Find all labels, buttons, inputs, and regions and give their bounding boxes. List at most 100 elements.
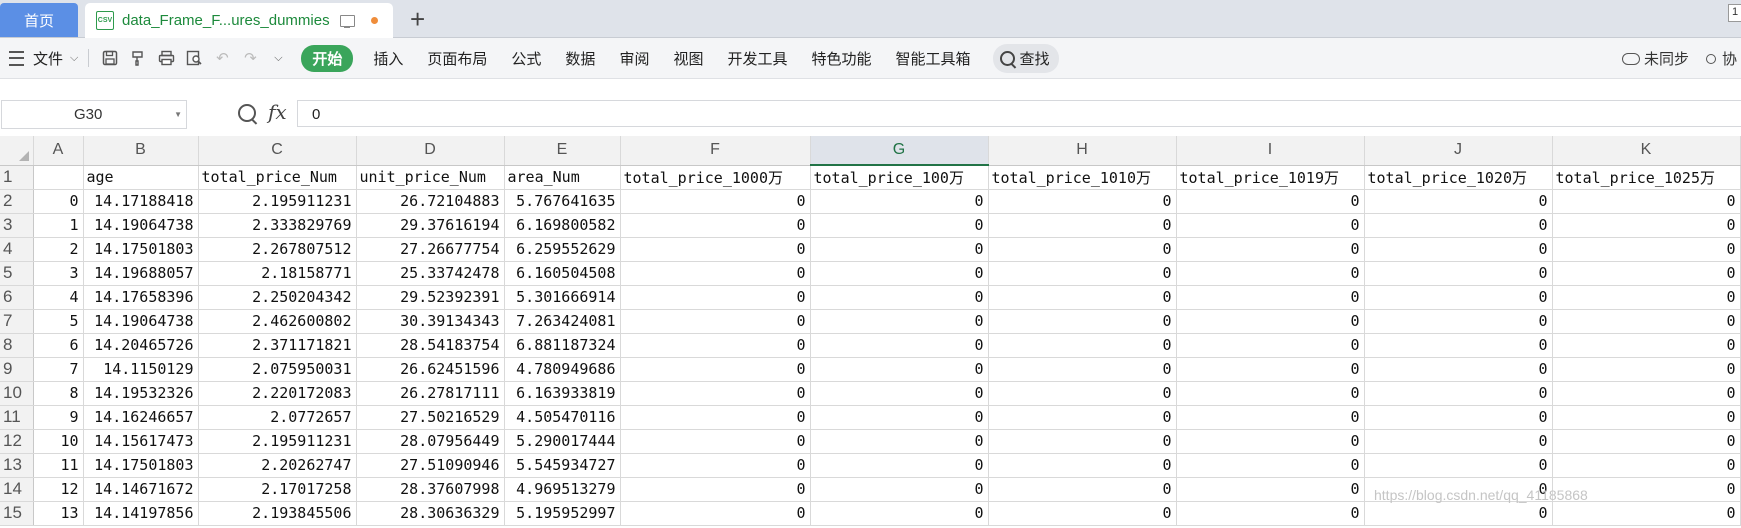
table-cell[interactable]: 0 bbox=[810, 429, 989, 454]
table-cell[interactable]: 0 bbox=[988, 405, 1177, 430]
table-cell[interactable]: 9 bbox=[33, 405, 84, 430]
table-cell[interactable]: 0 bbox=[1364, 333, 1553, 358]
table-cell[interactable]: 0 bbox=[988, 477, 1177, 502]
table-cell[interactable]: 0 bbox=[810, 477, 989, 502]
table-cell[interactable]: 0 bbox=[810, 453, 989, 478]
column-header-a[interactable]: A bbox=[33, 136, 84, 166]
table-cell[interactable]: 2.20262747 bbox=[198, 453, 357, 478]
table-cell[interactable]: 7 bbox=[33, 357, 84, 382]
table-cell[interactable]: 0 bbox=[810, 285, 989, 310]
table-cell[interactable]: 1 bbox=[33, 213, 84, 238]
table-cell[interactable]: 29.37616194 bbox=[356, 213, 505, 238]
table-cell[interactable]: 14.15617473 bbox=[83, 429, 199, 454]
table-cell[interactable]: 0 bbox=[1552, 429, 1741, 454]
table-cell[interactable]: 6.160504508 bbox=[504, 261, 621, 286]
table-cell[interactable]: 0 bbox=[1364, 405, 1553, 430]
print-preview-icon[interactable] bbox=[183, 47, 205, 69]
table-cell[interactable]: 0 bbox=[620, 189, 811, 214]
format-painter-icon[interactable] bbox=[127, 47, 149, 69]
table-cell[interactable]: 6.881187324 bbox=[504, 333, 621, 358]
tab-view[interactable]: 视图 bbox=[673, 48, 703, 69]
table-cell[interactable]: 0 bbox=[810, 405, 989, 430]
name-box[interactable]: G30 ▼ bbox=[1, 100, 187, 129]
row-header[interactable]: 15 bbox=[0, 501, 34, 526]
table-cell[interactable]: 0 bbox=[1176, 501, 1365, 526]
table-cell[interactable]: 14.19064738 bbox=[83, 309, 199, 334]
column-name-cell[interactable]: total_price_1000万 bbox=[620, 165, 811, 190]
table-cell[interactable]: 26.62451596 bbox=[356, 357, 505, 382]
row-header[interactable]: 10 bbox=[0, 381, 34, 406]
table-cell[interactable]: 6.169800582 bbox=[504, 213, 621, 238]
table-cell[interactable]: 10 bbox=[33, 429, 84, 454]
monitor-icon[interactable] bbox=[340, 14, 355, 28]
table-cell[interactable]: 0 bbox=[810, 309, 989, 334]
find-button[interactable]: 查找 bbox=[992, 43, 1059, 73]
table-cell[interactable]: 0 bbox=[620, 405, 811, 430]
table-cell[interactable]: 0 bbox=[620, 333, 811, 358]
table-cell[interactable]: 0 bbox=[1176, 333, 1365, 358]
column-name-cell[interactable]: unit_price_Num bbox=[356, 165, 505, 190]
tab-start[interactable]: 开始 bbox=[301, 44, 354, 72]
row-header[interactable]: 14 bbox=[0, 477, 34, 502]
table-cell[interactable]: 0 bbox=[1364, 501, 1553, 526]
save-icon[interactable] bbox=[99, 47, 121, 69]
table-cell[interactable]: 29.52392391 bbox=[356, 285, 505, 310]
select-all-corner[interactable] bbox=[0, 136, 34, 166]
table-cell[interactable]: 11 bbox=[33, 453, 84, 478]
table-cell[interactable]: 26.27817111 bbox=[356, 381, 505, 406]
table-cell[interactable]: 0 bbox=[810, 213, 989, 238]
table-cell[interactable]: 0 bbox=[988, 285, 1177, 310]
table-cell[interactable]: 0 bbox=[988, 357, 1177, 382]
table-cell[interactable]: 0 bbox=[1364, 285, 1553, 310]
column-name-cell[interactable]: age bbox=[83, 165, 199, 190]
table-cell[interactable]: 0 bbox=[620, 285, 811, 310]
column-header-k[interactable]: K bbox=[1552, 136, 1741, 166]
chevron-down-icon[interactable]: ⌵ bbox=[70, 52, 78, 65]
table-cell[interactable]: 2.267807512 bbox=[198, 237, 357, 262]
table-cell[interactable]: 0 bbox=[620, 381, 811, 406]
table-cell[interactable]: 2.0772657 bbox=[198, 405, 357, 430]
table-cell[interactable]: 0 bbox=[988, 453, 1177, 478]
tab-special-features[interactable]: 特色功能 bbox=[811, 48, 871, 69]
row-header[interactable]: 12 bbox=[0, 429, 34, 454]
table-cell[interactable]: 0 bbox=[1364, 213, 1553, 238]
row-header[interactable]: 2 bbox=[0, 189, 34, 214]
table-cell[interactable]: 0 bbox=[620, 309, 811, 334]
table-cell[interactable]: 14.14671672 bbox=[83, 477, 199, 502]
column-header-d[interactable]: D bbox=[356, 136, 505, 166]
table-cell[interactable]: 2.195911231 bbox=[198, 189, 357, 214]
table-cell[interactable]: 0 bbox=[1176, 189, 1365, 214]
quick-access-dropdown-icon[interactable]: ⌵ bbox=[267, 47, 289, 69]
table-cell[interactable]: 30.39134343 bbox=[356, 309, 505, 334]
column-header-g[interactable]: G bbox=[810, 136, 989, 166]
table-cell[interactable]: 27.51090946 bbox=[356, 453, 505, 478]
table-cell[interactable]: 0 bbox=[1364, 261, 1553, 286]
row-header[interactable]: 1 bbox=[0, 165, 34, 190]
row-header[interactable]: 13 bbox=[0, 453, 34, 478]
table-cell[interactable]: 14.17501803 bbox=[83, 453, 199, 478]
table-cell[interactable]: 0 bbox=[1552, 213, 1741, 238]
table-cell[interactable]: 0 bbox=[1364, 357, 1553, 382]
column-name-cell[interactable]: total_price_1019万 bbox=[1176, 165, 1365, 190]
tab-formulas[interactable]: 公式 bbox=[511, 48, 541, 69]
table-cell[interactable]: 2.371171821 bbox=[198, 333, 357, 358]
table-cell[interactable]: 0 bbox=[33, 189, 84, 214]
table-cell[interactable]: 2.193845506 bbox=[198, 501, 357, 526]
row-header[interactable]: 11 bbox=[0, 405, 34, 430]
table-cell[interactable]: 0 bbox=[810, 237, 989, 262]
table-cell[interactable]: 0 bbox=[988, 429, 1177, 454]
table-cell[interactable]: 14.19064738 bbox=[83, 213, 199, 238]
table-cell[interactable]: 2.17017258 bbox=[198, 477, 357, 502]
column-header-f[interactable]: F bbox=[620, 136, 811, 166]
table-cell[interactable]: 0 bbox=[1552, 501, 1741, 526]
table-cell[interactable]: 14.17658396 bbox=[83, 285, 199, 310]
column-header-e[interactable]: E bbox=[504, 136, 621, 166]
insert-function-icon[interactable]: fx bbox=[268, 100, 287, 124]
spreadsheet-grid[interactable]: ABCDEFGHIJK 1 age total_price_Num unit_pric… bbox=[0, 136, 1741, 528]
table-cell[interactable]: 14.17501803 bbox=[83, 237, 199, 262]
column-header-b[interactable]: B bbox=[83, 136, 199, 166]
table-cell[interactable]: 0 bbox=[620, 477, 811, 502]
table-cell[interactable]: 27.26677754 bbox=[356, 237, 505, 262]
table-cell[interactable]: 0 bbox=[1176, 213, 1365, 238]
table-cell[interactable]: 0 bbox=[1552, 309, 1741, 334]
